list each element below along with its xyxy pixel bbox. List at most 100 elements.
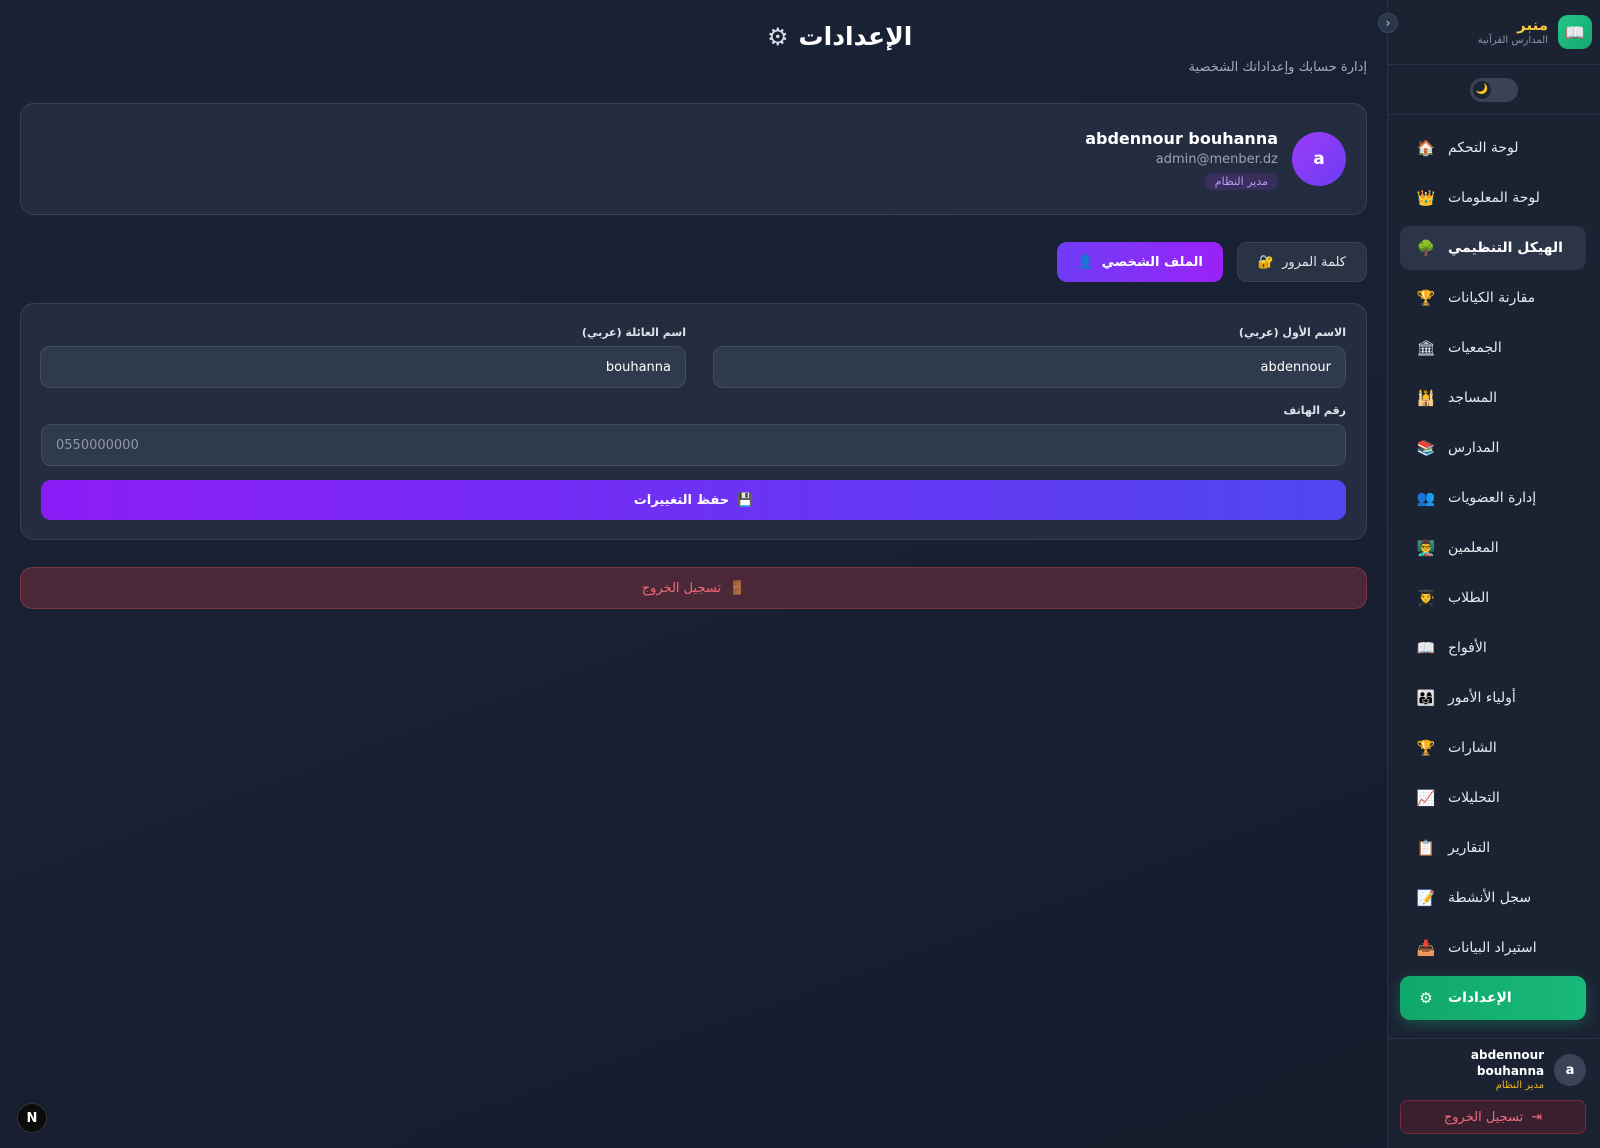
- sidebar-item-label: أولياء الأمور: [1448, 690, 1516, 706]
- sidebar-item-entity-comparison[interactable]: 🏆 مقارنة الكيانات: [1400, 276, 1586, 320]
- avatar: a: [1554, 1054, 1586, 1086]
- tab-password[interactable]: 🔐 كلمة المرور: [1236, 242, 1367, 282]
- sidebar-item-org-structure[interactable]: 🌳 الهيكل التنظيمي: [1400, 226, 1586, 270]
- brand-text: منبر المدارس القرآنية: [1478, 17, 1548, 47]
- page-subtitle: إدارة حسابك وإعداداتك الشخصية: [1188, 60, 1367, 75]
- phone-field[interactable]: 0550000000: [41, 424, 1346, 466]
- dev-tools-badge[interactable]: N: [17, 1103, 47, 1133]
- sidebar-item-label: التقارير: [1448, 840, 1491, 856]
- sidebar: › 📖 منبر المدارس القرآنية 🌙 🏠 لوحة التحكم…: [1378, 0, 1600, 1148]
- logout-button[interactable]: 🚪 تسجيل الخروج: [20, 567, 1367, 609]
- nav-icon: 📝: [1416, 889, 1436, 907]
- sidebar-item-info-board[interactable]: 👑 لوحة المعلومات: [1400, 176, 1586, 220]
- nav-icon: 👨‍🎓: [1416, 589, 1436, 607]
- sidebar-item-schools[interactable]: 📚 المدارس: [1400, 426, 1586, 470]
- nav-icon: 👥: [1416, 489, 1436, 507]
- first-name-field[interactable]: abdennour: [713, 346, 1346, 388]
- nav-icon: 🌳: [1416, 239, 1436, 257]
- nav-icon: 📖: [1416, 639, 1436, 657]
- sidebar-item-label: التحليلات: [1448, 790, 1500, 806]
- sidebar-item-groups[interactable]: 📖 الأفواج: [1400, 626, 1586, 670]
- nav-icon: 🕌: [1416, 389, 1436, 407]
- sidebar-item-teachers[interactable]: 👨‍🏫 المعلمين: [1400, 526, 1586, 570]
- save-button[interactable]: 💾 حفظ التغييرات: [41, 480, 1346, 520]
- brand-subtitle: المدارس القرآنية: [1477, 35, 1548, 46]
- sidebar-item-label: لوحة التحكم: [1448, 140, 1519, 156]
- lock-icon: 🔐: [1257, 254, 1275, 270]
- gear-icon: ⚙: [767, 23, 789, 51]
- sidebar-item-data-import[interactable]: 📥 استيراد البيانات: [1400, 926, 1586, 970]
- nav-icon: 👑: [1416, 189, 1436, 207]
- door-icon: 🚪: [729, 580, 746, 596]
- page-header: ⚙ الإعدادات إدارة حسابك وإعداداتك الشخصي…: [767, 20, 1367, 75]
- sidebar-logout-label: تسجيل الخروج: [1443, 1109, 1524, 1125]
- nav-icon: 🏆: [1416, 289, 1436, 307]
- sidebar-item-label: مقارنة الكيانات: [1448, 290, 1536, 306]
- sidebar-item-guardians[interactable]: 👨‍👩‍👧 أولياء الأمور: [1400, 676, 1586, 720]
- role-badge: مدير النظام: [1204, 173, 1278, 190]
- profile-form: الاسم الأول (عربي) abdennour اسم العائلة…: [20, 303, 1367, 540]
- nav-icon: 👨‍🏫: [1416, 539, 1436, 557]
- sidebar-item-label: المعلمين: [1448, 540, 1499, 556]
- nav-icon: 🏆: [1416, 739, 1436, 757]
- sidebar-item-label: استيراد البيانات: [1448, 940, 1537, 956]
- divider: [1387, 1038, 1600, 1039]
- user-icon: 👤: [1077, 254, 1094, 270]
- sidebar-item-mosques[interactable]: 🕌 المساجد: [1400, 376, 1586, 420]
- sidebar-item-label: المدارس: [1448, 440, 1500, 456]
- sidebar-item-activity-log[interactable]: 📝 سجل الأنشطة: [1400, 876, 1586, 920]
- first-name-label: الاسم الأول (عربي): [1238, 326, 1346, 339]
- sidebar-item-analytics[interactable]: 📈 التحليلات: [1400, 776, 1586, 820]
- sidebar-user: a abdennour bouhanna مدير النظام: [1400, 1048, 1586, 1091]
- divider: [1387, 64, 1600, 65]
- sidebar-logout-button[interactable]: ⇥ تسجيل الخروج: [1400, 1100, 1586, 1134]
- brand[interactable]: 📖 منبر المدارس القرآنية: [1402, 15, 1592, 49]
- tab-profile[interactable]: 👤 الملف الشخصي: [1057, 242, 1223, 282]
- sidebar-nav: 🏠 لوحة التحكم 👑 لوحة المعلومات 🌳 الهيكل التنظ…: [1400, 126, 1586, 1026]
- sidebar-item-badges[interactable]: 🏆 الشارات: [1400, 726, 1586, 770]
- profile-summary: a abdennour bouhanna admin@menber.dz مدي…: [1085, 128, 1346, 190]
- nav-icon: 👨‍👩‍👧: [1416, 689, 1436, 707]
- nav-icon: 🏠: [1416, 139, 1436, 157]
- sidebar-user-name: abdennour bouhanna: [1470, 1048, 1545, 1078]
- logout-icon: ⇥: [1531, 1109, 1543, 1125]
- floppy-disk-icon: 💾: [737, 492, 754, 508]
- theme-toggle[interactable]: 🌙: [1470, 78, 1518, 102]
- profile-card: a abdennour bouhanna admin@menber.dz مدي…: [20, 103, 1367, 215]
- sidebar-item-memberships[interactable]: 👥 إدارة العضويات: [1400, 476, 1586, 520]
- sidebar-item-associations[interactable]: 🏛 الجمعيات: [1400, 326, 1586, 370]
- sidebar-item-label: الأفواج: [1448, 640, 1487, 656]
- divider: [1387, 114, 1600, 115]
- profile-name: abdennour bouhanna: [1085, 129, 1278, 148]
- settings-tabs: 👤 الملف الشخصي 🔐 كلمة المرور: [1057, 242, 1367, 282]
- profile-email: admin@menber.dz: [1155, 152, 1278, 167]
- sidebar-item-label: الجمعيات: [1448, 340, 1502, 356]
- last-name-label: اسم العائلة (عربي): [581, 326, 686, 339]
- sidebar-item-students[interactable]: 👨‍🎓 الطلاب: [1400, 576, 1586, 620]
- sidebar-item-label: الهيكل التنظيمي: [1448, 240, 1563, 256]
- last-name-field[interactable]: bouhanna: [40, 346, 686, 388]
- save-button-label: حفظ التغييرات: [633, 492, 730, 508]
- phone-label: رقم الهاتف: [1283, 404, 1346, 417]
- collapse-sidebar-button[interactable]: ›: [1378, 13, 1398, 33]
- page-title-text: الإعدادات: [798, 22, 913, 51]
- sidebar-item-reports[interactable]: 📋 التقارير: [1400, 826, 1586, 870]
- avatar: a: [1292, 132, 1346, 186]
- page-title: ⚙ الإعدادات: [767, 20, 1367, 54]
- sidebar-item-label: الطلاب: [1448, 590, 1490, 606]
- nav-icon: 📋: [1416, 839, 1436, 857]
- sidebar-user-info: abdennour bouhanna مدير النظام: [1400, 1047, 1544, 1093]
- sidebar-item-label: إدارة العضويات: [1448, 490, 1537, 506]
- nav-icon: 📚: [1416, 439, 1436, 457]
- nav-icon: 🏛: [1416, 339, 1436, 357]
- sidebar-item-settings[interactable]: ⚙ الإعدادات: [1400, 976, 1586, 1020]
- profile-info: abdennour bouhanna admin@menber.dz مدير …: [1085, 128, 1278, 190]
- tab-password-label: كلمة المرور: [1282, 254, 1346, 270]
- sidebar-item-label: لوحة المعلومات: [1448, 190, 1540, 206]
- logout-label: تسجيل الخروج: [641, 580, 722, 596]
- sidebar-item-dashboard[interactable]: 🏠 لوحة التحكم: [1400, 126, 1586, 170]
- book-icon: 📖: [1558, 15, 1592, 49]
- sidebar-item-label: سجل الأنشطة: [1448, 890, 1532, 906]
- sidebar-item-label: الإعدادات: [1448, 990, 1512, 1006]
- brand-name: منبر: [1517, 16, 1548, 34]
